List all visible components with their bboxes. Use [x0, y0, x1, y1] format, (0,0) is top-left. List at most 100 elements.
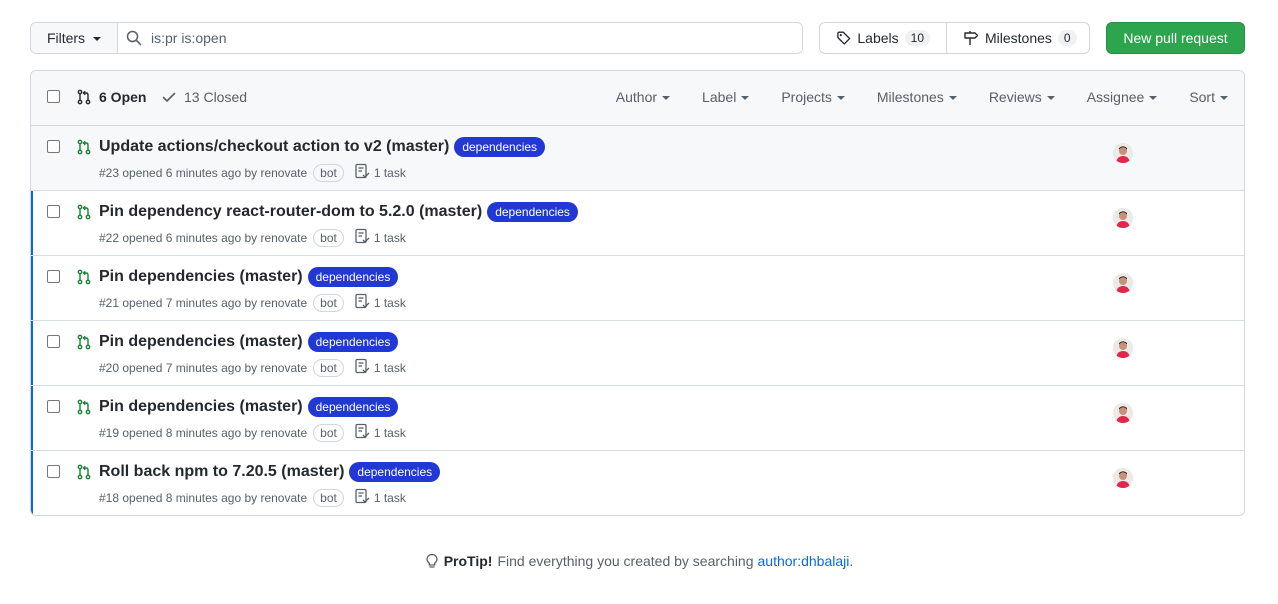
author-filter-label: Author [615, 89, 658, 105]
projects-filter[interactable]: Projects [781, 89, 845, 105]
dependencies-label[interactable]: dependencies [454, 137, 546, 157]
search-icon [126, 30, 142, 46]
pull-request-row[interactable]: Pin dependency react-router-dom to 5.2.0… [31, 191, 1244, 256]
chevron-down-icon [93, 37, 102, 41]
assignee-avatar[interactable] [1113, 208, 1133, 228]
pull-request-meta: #20 opened 7 minutes ago by renovate bot 1… [99, 358, 406, 377]
milestones-button[interactable]: Milestones 0 [947, 23, 1089, 53]
dependencies-label[interactable]: dependencies [307, 397, 399, 417]
open-pull-request-icon [76, 334, 92, 353]
lightbulb-icon [426, 553, 438, 568]
pull-request-title-line: Pin dependencies (master) dependencies [99, 267, 399, 287]
task-progress[interactable]: 1 task [354, 163, 406, 182]
row-checkbox[interactable] [47, 465, 60, 478]
task-progress[interactable]: 1 task [354, 488, 406, 507]
milestones-label: Milestones [985, 30, 1052, 46]
protip-label: ProTip! [443, 553, 493, 569]
label-filter[interactable]: Label [702, 89, 750, 105]
pull-request-title[interactable]: Pin dependency react-router-dom to 5.2.0… [99, 203, 482, 221]
assignee-avatar[interactable] [1113, 468, 1133, 488]
task-progress[interactable]: 1 task [354, 228, 406, 247]
assignee-avatar[interactable] [1113, 338, 1133, 358]
milestones-filter-label: Milestones [876, 89, 944, 105]
pull-request-title[interactable]: Roll back npm to 7.20.5 (master) [99, 463, 344, 481]
task-count: 1 task [373, 490, 406, 505]
row-checkbox[interactable] [47, 270, 60, 283]
opened-by-text: #21 opened 7 minutes ago by renovate [99, 295, 308, 310]
pull-request-title[interactable]: Pin dependencies (master) [99, 398, 303, 416]
filter-search-group: Filters [30, 22, 803, 54]
assignee-avatar[interactable] [1113, 403, 1133, 423]
labels-button[interactable]: Labels 10 [820, 23, 947, 53]
milestone-icon [964, 31, 979, 45]
milestones-filter[interactable]: Milestones [877, 89, 957, 105]
closed-count-label: 13 Closed [184, 89, 248, 105]
pull-request-meta: #23 opened 6 minutes ago by renovate bot 1… [99, 163, 406, 182]
pull-request-meta: #22 opened 6 minutes ago by renovate bot 1… [99, 228, 406, 247]
tasklist-icon [354, 163, 370, 182]
row-checkbox[interactable] [47, 205, 60, 218]
filters-label: Filters [46, 30, 86, 46]
row-checkbox[interactable] [47, 140, 60, 153]
pull-request-row[interactable]: Pin dependencies (master) dependencies #20… [31, 321, 1244, 386]
opened-by-text: #23 opened 6 minutes ago by renovate [99, 165, 308, 180]
dependencies-label[interactable]: dependencies [307, 332, 399, 352]
label-filter-label: Label [702, 89, 737, 105]
labels-count: 10 [904, 30, 930, 46]
pull-request-row[interactable]: Roll back npm to 7.20.5 (master) dependen… [31, 451, 1244, 515]
pull-request-title-line: Pin dependencies (master) dependencies [99, 332, 399, 352]
tasklist-icon [354, 228, 370, 247]
protip-text: Find everything you created by searching [497, 553, 754, 569]
author-filter[interactable]: Author [615, 89, 671, 105]
pull-request-row[interactable]: Pin dependencies (master) dependencies #21… [31, 256, 1244, 321]
task-progress[interactable]: 1 task [354, 423, 406, 442]
dependencies-label[interactable]: dependencies [487, 202, 578, 222]
protip: ProTip! Find everything you created by s… [0, 553, 1278, 569]
open-filter-tab[interactable]: 6 Open [76, 89, 146, 105]
list-header: 6 Open 13 Closed Author Label Projects M… [31, 71, 1244, 126]
opened-by-text: #18 opened 8 minutes ago by renovate [99, 490, 308, 505]
sort-filter[interactable]: Sort [1189, 89, 1228, 105]
pull-request-row[interactable]: Update actions/checkout action to v2 (ma… [31, 126, 1244, 191]
task-count: 1 task [373, 230, 406, 245]
pull-request-title-line: Update actions/checkout action to v2 (ma… [99, 137, 546, 157]
task-progress[interactable]: 1 task [354, 358, 406, 377]
row-checkbox[interactable] [47, 400, 60, 413]
protip-end: . [849, 553, 854, 569]
chevron-down-icon [1149, 96, 1158, 100]
task-count: 1 task [373, 360, 406, 375]
open-pull-request-icon [76, 399, 92, 418]
pull-request-title-line: Pin dependencies (master) dependencies [99, 397, 399, 417]
search-input[interactable] [151, 30, 751, 46]
header-filters: Author Label Projects Milestones Reviews… [616, 89, 1228, 105]
assignee-filter[interactable]: Assignee [1087, 89, 1158, 105]
reviews-filter-label: Reviews [988, 89, 1042, 105]
task-count: 1 task [373, 295, 406, 310]
reviews-filter[interactable]: Reviews [989, 89, 1055, 105]
pull-request-row[interactable]: Pin dependencies (master) dependencies #19… [31, 386, 1244, 451]
tasklist-icon [354, 358, 370, 377]
bot-badge: bot [313, 293, 344, 312]
opened-by-text: #19 opened 8 minutes ago by renovate [99, 425, 308, 440]
closed-filter-tab[interactable]: 13 Closed [161, 89, 247, 105]
row-checkbox[interactable] [47, 335, 60, 348]
new-pull-request-button[interactable]: New pull request [1106, 22, 1245, 54]
pull-request-list: 6 Open 13 Closed Author Label Projects M… [30, 70, 1245, 516]
chevron-down-icon [1046, 96, 1055, 100]
protip-link[interactable]: author:dhbalaji [758, 553, 850, 569]
task-progress[interactable]: 1 task [354, 293, 406, 312]
bot-badge: bot [313, 488, 344, 507]
search-box[interactable] [118, 23, 802, 53]
pull-request-title[interactable]: Pin dependencies (master) [99, 333, 303, 351]
select-all-checkbox[interactable] [47, 90, 60, 103]
assignee-avatar[interactable] [1113, 273, 1133, 293]
projects-filter-label: Projects [781, 89, 832, 105]
dependencies-label[interactable]: dependencies [307, 267, 399, 287]
filters-button[interactable]: Filters [31, 23, 118, 53]
assignee-avatar[interactable] [1113, 143, 1133, 163]
pull-request-title[interactable]: Pin dependencies (master) [99, 268, 303, 286]
dependencies-label[interactable]: dependencies [349, 462, 441, 482]
pull-request-title[interactable]: Update actions/checkout action to v2 (ma… [99, 138, 449, 156]
tag-icon [837, 31, 851, 45]
task-count: 1 task [373, 165, 406, 180]
